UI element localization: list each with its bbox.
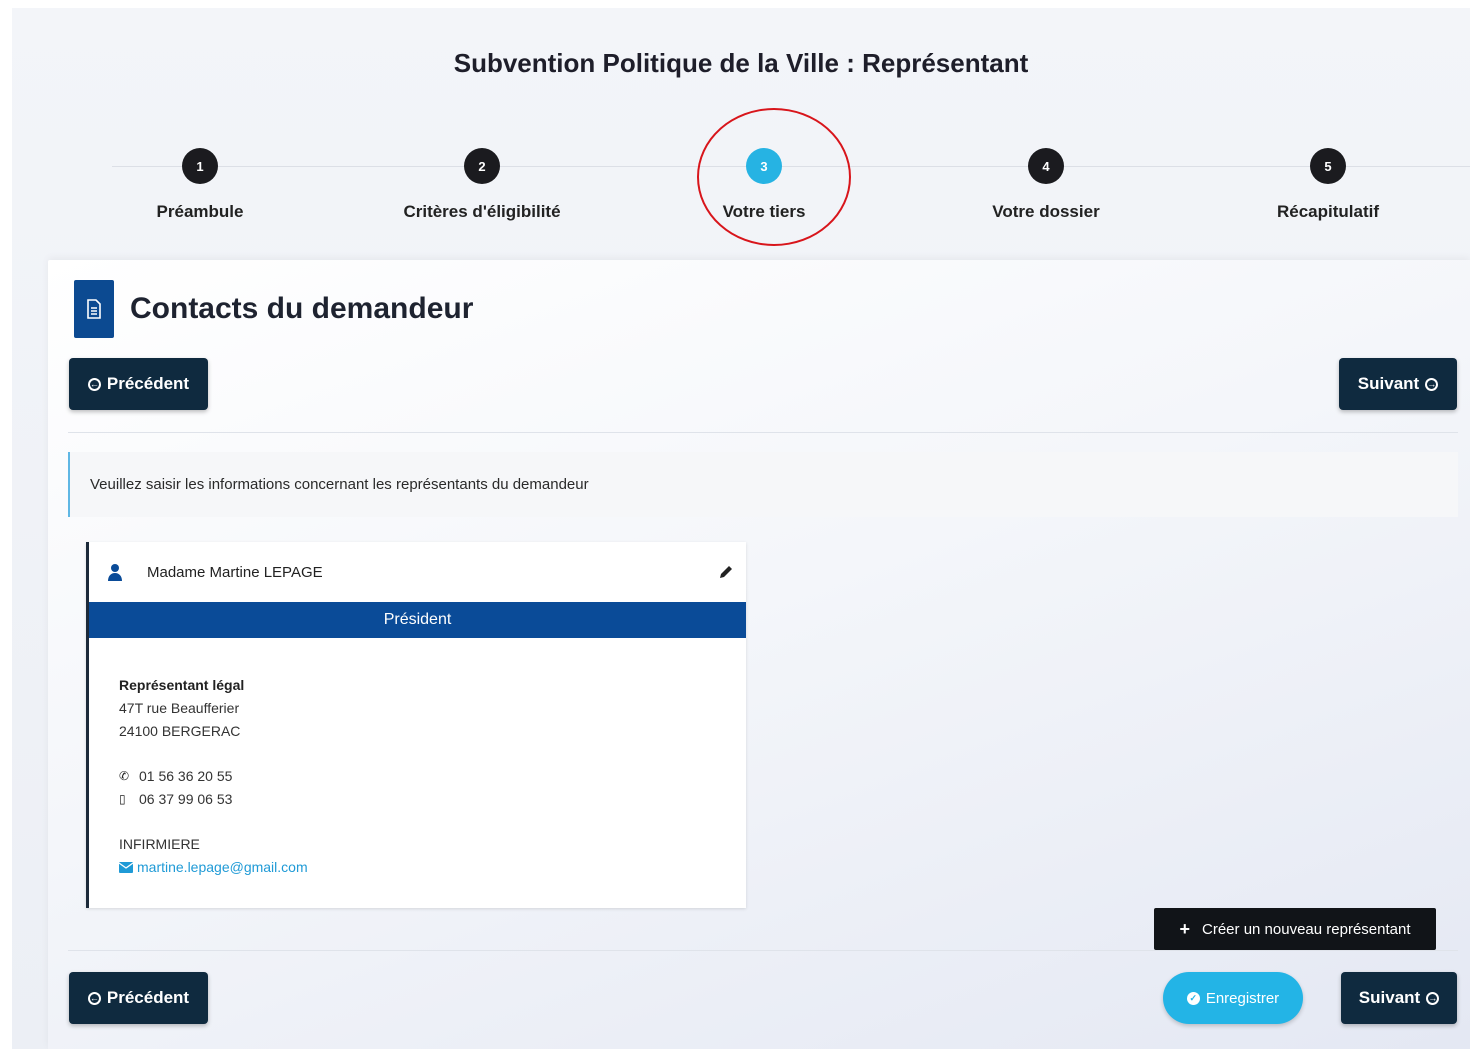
section-header: Contacts du demandeur	[74, 280, 473, 338]
envelope-icon	[119, 862, 133, 873]
contact-address-line1: 47T rue Beaufferier	[119, 700, 240, 716]
step-label: Critères d'éligibilité	[403, 202, 561, 221]
step-label: Préambule	[156, 202, 244, 221]
divider	[68, 950, 1458, 951]
previous-label: Précédent	[106, 988, 190, 1007]
contact-name: Madame Martine LEPAGE	[147, 563, 323, 581]
previous-button-top[interactable]: ← Précédent	[69, 358, 208, 410]
step-2[interactable]: 2 Critères d'éligibilité	[362, 148, 602, 222]
contact-email: martine.lepage@gmail.com	[137, 859, 308, 875]
create-representative-button[interactable]: + Créer un nouveau représentant	[1154, 908, 1436, 950]
step-number: 5	[1310, 148, 1346, 184]
plus-icon: +	[1179, 919, 1191, 939]
save-button[interactable]: ✓ Enregistrer	[1163, 972, 1303, 1024]
highlight-ring-annotation	[697, 108, 851, 246]
next-button-top[interactable]: Suivant →	[1339, 358, 1457, 410]
contact-phone-row: ✆ 01 56 36 20 55	[119, 765, 716, 788]
document-icon	[74, 280, 114, 338]
contact-phone: 01 56 36 20 55	[139, 768, 233, 784]
contact-job: INFIRMIERE	[119, 836, 200, 852]
page-title: Subvention Politique de la Ville : Repré…	[453, 48, 1029, 78]
next-button-bottom[interactable]: Suivant →	[1341, 972, 1457, 1024]
arrow-left-icon: ←	[87, 991, 101, 1005]
step-4[interactable]: 4 Votre dossier	[926, 148, 1166, 222]
info-text: Veuillez saisir les informations concern…	[90, 476, 589, 493]
user-icon	[108, 564, 122, 581]
contact-details: Représentant légal 47T rue Beaufferier 2…	[89, 638, 746, 879]
contact-address-line2: 24100 BERGERAC	[119, 723, 241, 739]
contact-mobile: 06 37 99 06 53	[139, 791, 233, 807]
pencil-icon[interactable]	[718, 564, 734, 580]
save-label: Enregistrer	[1205, 989, 1280, 1007]
step-5[interactable]: 5 Récapitulatif	[1208, 148, 1448, 222]
next-label: Suivant	[1358, 988, 1421, 1007]
check-icon: ✓	[1186, 991, 1200, 1005]
mobile-icon: ▯	[119, 792, 126, 806]
contacts-panel: Contacts du demandeur ← Précédent Suivan…	[48, 260, 1470, 1049]
step-label: Votre dossier	[992, 202, 1100, 221]
info-message: Veuillez saisir les informations concern…	[68, 452, 1458, 517]
create-label: Créer un nouveau représentant	[1202, 920, 1411, 938]
contact-mobile-row: ▯ 06 37 99 06 53	[119, 788, 716, 811]
previous-label: Précédent	[106, 374, 190, 393]
arrow-right-icon: →	[1425, 377, 1439, 391]
arrow-left-icon: ←	[87, 377, 101, 391]
previous-button-bottom[interactable]: ← Précédent	[69, 972, 208, 1024]
contact-email-link[interactable]: martine.lepage@gmail.com	[119, 856, 716, 879]
contact-card: Madame Martine LEPAGE Président Représen…	[86, 542, 746, 908]
section-title: Contacts du demandeur	[130, 292, 474, 325]
phone-icon: ✆	[119, 769, 130, 783]
divider	[68, 432, 1458, 433]
contact-header: Madame Martine LEPAGE	[89, 542, 746, 602]
next-label: Suivant	[1357, 374, 1420, 393]
contact-role: Président	[89, 602, 746, 638]
step-1[interactable]: 1 Préambule	[80, 148, 320, 222]
arrow-right-icon: →	[1426, 991, 1440, 1005]
step-number: 4	[1028, 148, 1064, 184]
step-number: 1	[182, 148, 218, 184]
step-number: 2	[464, 148, 500, 184]
step-label: Récapitulatif	[1276, 202, 1380, 221]
contact-type: Représentant légal	[119, 677, 245, 693]
